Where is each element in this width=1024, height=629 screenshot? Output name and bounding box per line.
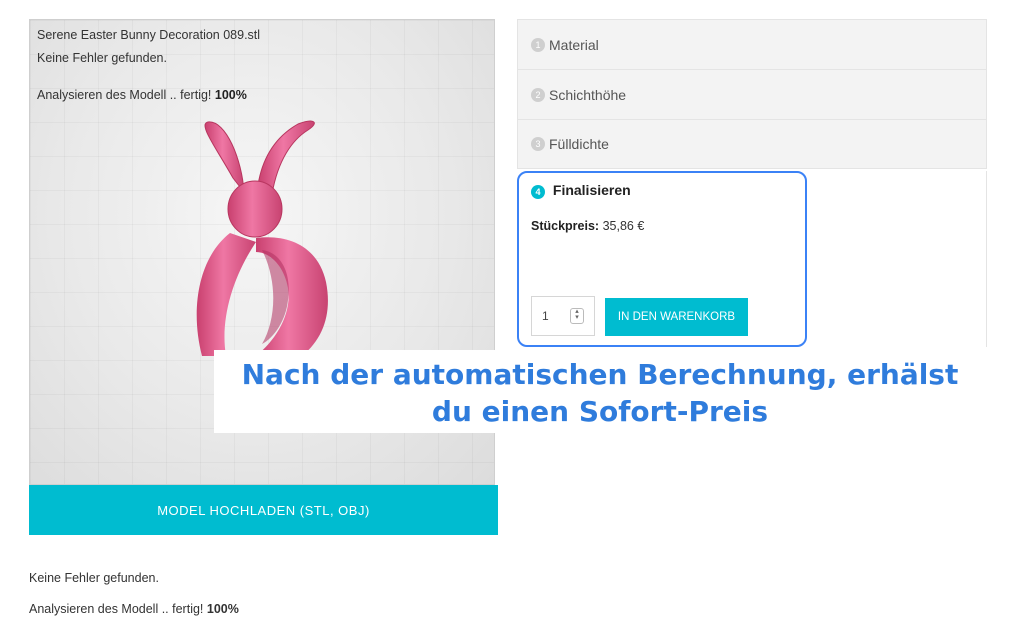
- below-analysis: Analysieren des Modell .. fertig! 100%: [29, 602, 239, 616]
- step-number-icon: 2: [531, 87, 545, 102]
- analysis-percent: 100%: [214, 88, 247, 102]
- unit-price-label: Stückpreis:: [531, 219, 600, 233]
- config-panel: 1 Material 2 Schichthöhe 3 Fülldichte: [517, 19, 987, 169]
- unit-price-value: 35,86 €: [602, 219, 645, 233]
- step-number-icon: 3: [531, 137, 545, 151]
- quantity-value[interactable]: 1: [542, 309, 570, 323]
- step-material[interactable]: 1 Material: [517, 19, 987, 69]
- model-status: Keine Fehler gefunden.: [37, 51, 167, 65]
- step-layer-height[interactable]: 2 Schichthöhe: [517, 69, 987, 119]
- step-label: Material: [549, 36, 599, 53]
- callout-line-2: du einen Sofort-Preis: [431, 395, 769, 428]
- upload-model-button[interactable]: MODEL HOCHLADEN (STL, OBJ): [29, 485, 498, 535]
- step-number-icon: 4: [531, 185, 545, 199]
- finalize-title[interactable]: 4 Finalisieren: [531, 182, 631, 199]
- step-infill[interactable]: 3 Fülldichte: [517, 119, 987, 169]
- below-analysis-percent: 100%: [206, 602, 239, 616]
- promo-callout: Nach der automatischen Berechnung, erhäl…: [214, 350, 986, 433]
- step-label: Fülldichte: [549, 136, 609, 152]
- add-to-cart-button[interactable]: IN DEN WARENKORB: [605, 298, 748, 336]
- step-number-icon: 1: [531, 37, 545, 52]
- quantity-stepper[interactable]: 1 ▴ ▾: [531, 296, 595, 336]
- below-status: Keine Fehler gefunden.: [29, 571, 159, 585]
- step-label: Finalisieren: [552, 182, 631, 198]
- model-analysis: Analysieren des Modell .. fertig! 100%: [37, 88, 247, 102]
- spinner-arrows-icon[interactable]: ▴ ▾: [570, 308, 584, 324]
- below-analysis-text: Analysieren des Modell .. fertig!: [29, 602, 204, 616]
- step-finalize: 4 Finalisieren Stückpreis: 35,86 € 1 ▴ ▾ …: [517, 171, 807, 347]
- step-label: Schichthöhe: [549, 86, 627, 103]
- analysis-text: Analysieren des Modell .. fertig!: [37, 88, 212, 102]
- panel-divider: [986, 171, 987, 347]
- model-filename: Serene Easter Bunny Decoration 089.stl: [37, 28, 261, 42]
- callout-line-1: Nach der automatischen Berechnung, erhäl…: [241, 358, 959, 391]
- unit-price: Stückpreis: 35,86 €: [531, 219, 644, 233]
